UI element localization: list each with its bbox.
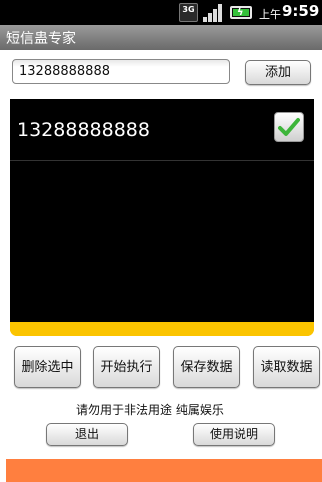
list-item-number: 13288888888 <box>17 119 150 141</box>
status-bar: 3G ϟ 上午 9:59 <box>0 0 322 25</box>
list-item[interactable]: 13288888888 <box>10 99 314 161</box>
help-button[interactable]: 使用说明 <box>193 423 275 446</box>
network-label: 3G <box>182 5 195 14</box>
title-bar: 短信蛊专家 <box>0 25 322 50</box>
start-execute-button[interactable]: 开始执行 <box>93 346 160 388</box>
number-list[interactable]: 13288888888 <box>10 99 314 322</box>
disclaimer-text: 请勿用于非法用途 纯属娱乐 <box>76 403 224 417</box>
list-item-checkbox[interactable] <box>274 112 304 142</box>
phone-number-input[interactable] <box>12 59 230 84</box>
exit-button[interactable]: 退出 <box>46 423 128 446</box>
save-data-button[interactable]: 保存数据 <box>173 346 240 388</box>
read-data-button[interactable]: 读取数据 <box>253 346 320 388</box>
battery-charging-icon: ϟ <box>230 6 252 19</box>
checkmark-icon <box>278 118 300 136</box>
add-button[interactable]: 添加 <box>245 60 311 85</box>
clock-ampm: 上午 <box>259 8 281 21</box>
clock-time: 9:59 <box>282 2 320 20</box>
app-title: 短信蛊专家 <box>6 31 76 47</box>
delete-selected-button[interactable]: 删除选中 <box>14 346 81 388</box>
3g-icon: 3G <box>179 3 198 22</box>
signal-icon <box>203 4 222 22</box>
progress-bar <box>10 322 314 336</box>
progress-fill <box>10 322 314 336</box>
bottom-accent-bar <box>6 459 322 482</box>
